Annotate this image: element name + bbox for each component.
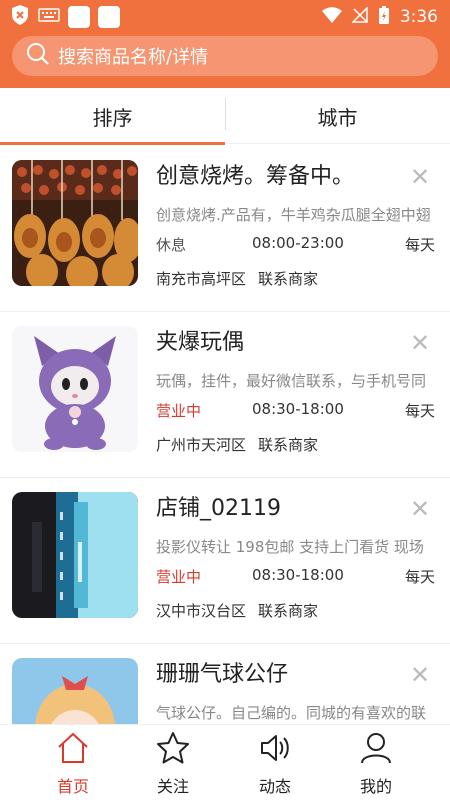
nav-activity[interactable]: 动态 (219, 731, 331, 800)
nav-home[interactable]: 首页 (17, 731, 129, 800)
business-hours: 08:00-23:00 (252, 234, 344, 252)
item-description: 创意烧烤.产品有，牛羊鸡杂瓜腿全翅中翅 (156, 206, 431, 224)
search-input[interactable]: 搜索商品名称/详情 (12, 36, 438, 76)
notification-app-icon (68, 6, 90, 28)
shield-icon (10, 4, 30, 30)
business-days: 每天 (405, 568, 436, 586)
product-image (12, 160, 138, 286)
item-title: 创意烧烤。筹备中。 (156, 164, 355, 189)
app-header: 3:36 搜索商品名称/详情 (0, 0, 450, 88)
product-image (12, 492, 138, 618)
status-text: 营业中 (156, 402, 202, 420)
business-days: 每天 (405, 402, 436, 420)
status-bar: 3:36 (0, 0, 450, 32)
contact-button[interactable]: 联系商家 (258, 600, 318, 621)
shop-list: 创意烧烤。筹备中。 ✕ 创意烧烤.产品有，牛羊鸡杂瓜腿全翅中翅 休息 08:00… (0, 146, 450, 724)
nav-mine[interactable]: 我的 (320, 731, 432, 800)
product-image (12, 658, 138, 724)
list-item[interactable]: 店铺_02119 ✕ 投影仪转让 198包邮 支持上门看货 现场 营业中 08:… (0, 478, 450, 644)
list-item[interactable]: 夹爆玩偶 ✕ 玩偶，挂件，最好微信联系，与手机号同 营业中 08:30-18:0… (0, 312, 450, 478)
close-icon[interactable]: ✕ (409, 497, 431, 521)
speaker-icon (219, 731, 331, 769)
status-time: 3:36 (399, 7, 438, 27)
close-icon[interactable]: ✕ (409, 331, 431, 355)
item-description: 气球公仔。自己编的。同城的有喜欢的联 (156, 704, 427, 722)
user-icon (320, 731, 432, 769)
search-placeholder: 搜索商品名称/详情 (58, 47, 209, 68)
item-description: 玩偶，挂件，最好微信联系，与手机号同 (156, 372, 427, 390)
active-tab-indicator (0, 142, 225, 145)
list-item[interactable]: 珊珊气球公仔 ✕ 气球公仔。自己编的。同城的有喜欢的联 (0, 644, 450, 724)
close-icon[interactable]: ✕ (409, 663, 431, 687)
star-icon (117, 731, 229, 769)
home-icon (17, 731, 129, 769)
no-signal-icon (351, 6, 368, 27)
battery-charging-icon (378, 5, 390, 29)
item-description: 投影仪转让 198包邮 支持上门看货 现场 (156, 538, 424, 556)
product-image (12, 326, 138, 452)
item-title: 夹爆玩偶 (156, 330, 245, 355)
business-days: 每天 (405, 236, 436, 254)
location: 广州市天河区 (156, 436, 247, 454)
contact-button[interactable]: 联系商家 (258, 434, 318, 455)
nav-home-label: 首页 (56, 777, 89, 796)
status-text: 营业中 (156, 568, 202, 586)
wifi-icon (321, 7, 342, 27)
status-text: 休息 (156, 236, 187, 254)
contact-button[interactable]: 联系商家 (258, 268, 318, 289)
business-hours: 08:30-18:00 (252, 566, 344, 584)
filter-bar: 排序 城市 (0, 88, 450, 144)
nav-mine-label: 我的 (359, 777, 392, 796)
nav-activity-label: 动态 (258, 777, 291, 796)
notification-app-icon (98, 6, 120, 28)
keyboard-icon (38, 7, 60, 27)
search-icon (26, 42, 50, 70)
item-title: 珊珊气球公仔 (156, 662, 289, 687)
location: 南充市高坪区 (156, 270, 247, 288)
nav-follow[interactable]: 关注 (117, 731, 229, 800)
tab-city[interactable]: 城市 (225, 88, 450, 144)
location: 汉中市汉台区 (156, 602, 247, 620)
close-icon[interactable]: ✕ (409, 165, 431, 189)
nav-follow-label: 关注 (156, 777, 189, 796)
bottom-navigation: 首页 关注 动态 我的 (0, 724, 450, 800)
business-hours: 08:30-18:00 (252, 400, 344, 418)
item-title: 店铺_02119 (156, 496, 281, 521)
list-item[interactable]: 创意烧烤。筹备中。 ✕ 创意烧烤.产品有，牛羊鸡杂瓜腿全翅中翅 休息 08:00… (0, 146, 450, 312)
tab-sort[interactable]: 排序 (0, 88, 225, 144)
